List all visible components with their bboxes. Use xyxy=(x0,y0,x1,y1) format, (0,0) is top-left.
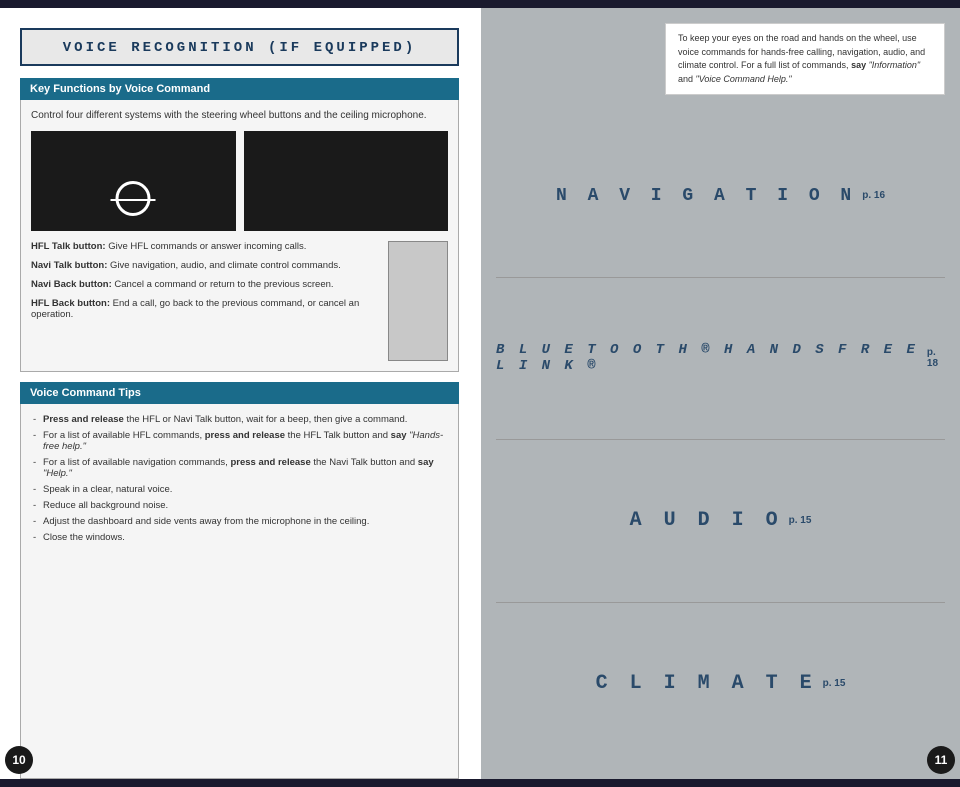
navi-back-label: Navi Back button: xyxy=(31,279,112,290)
navi-talk-button-item: Navi Talk button: Give navigation, audio… xyxy=(31,260,380,271)
key-functions-body: Control four different systems with the … xyxy=(20,100,459,372)
tip-5: Reduce all background noise. xyxy=(33,500,446,511)
navi-back-button-item: Navi Back button: Cancel a command or re… xyxy=(31,279,380,290)
navi-back-text: Cancel a command or return to the previo… xyxy=(114,279,333,290)
climate-section: C L I M A T E p. 15 xyxy=(496,603,945,765)
diagram-connector-box xyxy=(388,241,448,361)
left-page-number: 10 xyxy=(5,746,33,774)
tip-2: For a list of available HFL commands, pr… xyxy=(33,430,446,452)
hfl-talk-button-item: HFL Talk button: Give HFL commands or an… xyxy=(31,241,380,252)
right-sections: N A V I G A T I O N p. 16 B L U E T O O … xyxy=(496,115,945,764)
tip-6: Adjust the dashboard and side vents away… xyxy=(33,516,446,527)
navi-talk-text: Give navigation, audio, and climate cont… xyxy=(110,260,341,271)
voice-tips-list: Press and release the HFL or Navi Talk b… xyxy=(33,414,446,543)
right-page-number: 11 xyxy=(927,746,955,774)
climate-title: C L I M A T E xyxy=(596,672,817,695)
steering-wheel-icon xyxy=(116,181,151,216)
climate-page-ref: p. 15 xyxy=(823,678,846,689)
tip-1: Press and release the HFL or Navi Talk b… xyxy=(33,414,446,425)
images-row xyxy=(31,131,448,231)
tip-3: For a list of available navigation comma… xyxy=(33,457,446,479)
voice-tips-header: Voice Command Tips xyxy=(20,382,459,404)
tip-7: Close the windows. xyxy=(33,532,446,543)
bluetooth-title: B L U E T O O T H ® H A N D S F R E E L … xyxy=(496,342,921,374)
top-bar xyxy=(0,0,960,8)
ceiling-mic-image xyxy=(244,131,449,231)
bluetooth-section: B L U E T O O T H ® H A N D S F R E E L … xyxy=(496,278,945,441)
navigation-section: N A V I G A T I O N p. 16 xyxy=(496,115,945,278)
audio-title: A U D I O xyxy=(630,509,783,532)
button-list: HFL Talk button: Give HFL commands or an… xyxy=(31,241,380,361)
right-page: To keep your eyes on the road and hands … xyxy=(481,8,960,779)
button-diagram: HFL Talk button: Give HFL commands or an… xyxy=(31,241,448,361)
navi-talk-label: Navi Talk button: xyxy=(31,260,107,271)
bottom-bar xyxy=(0,779,960,787)
voice-recognition-title: VOICE RECOGNITION (if equipped) xyxy=(63,40,416,56)
voice-tips-body: Press and release the HFL or Navi Talk b… xyxy=(20,404,459,779)
tip-4: Speak in a clear, natural voice. xyxy=(33,484,446,495)
voice-recognition-title-box: VOICE RECOGNITION (if equipped) xyxy=(20,28,459,66)
navigation-page-ref: p. 16 xyxy=(862,190,885,201)
hfl-back-button-item: HFL Back button: End a call, go back to … xyxy=(31,298,380,320)
hfl-talk-label: HFL Talk button: xyxy=(31,241,106,252)
steering-wheel-image xyxy=(31,131,236,231)
key-functions-header: Key Functions by Voice Command xyxy=(20,78,459,100)
audio-page-ref: p. 15 xyxy=(789,515,812,526)
audio-section: A U D I O p. 15 xyxy=(496,440,945,603)
hfl-talk-text: Give HFL commands or answer incoming cal… xyxy=(108,241,306,252)
hfl-back-label: HFL Back button: xyxy=(31,298,110,309)
bluetooth-page-ref: p. 18 xyxy=(927,347,945,369)
navigation-title: N A V I G A T I O N xyxy=(556,186,856,206)
key-functions-description: Control four different systems with the … xyxy=(31,110,448,121)
info-box: To keep your eyes on the road and hands … xyxy=(665,23,945,95)
left-page: VOICE RECOGNITION (if equipped) Key Func… xyxy=(0,8,479,779)
